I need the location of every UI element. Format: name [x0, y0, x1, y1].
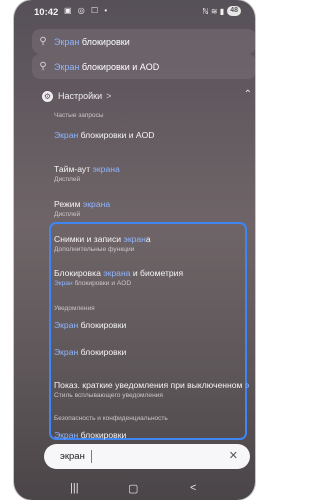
- clock: 10:42: [34, 7, 59, 18]
- result-item[interactable]: Экран блокировки и AOD: [54, 130, 244, 140]
- focus-highlight: [49, 222, 247, 440]
- result-item[interactable]: Снимки и записи экрана Дополнительные фу…: [54, 234, 244, 253]
- search-icon: ⚲: [39, 61, 47, 72]
- result-item[interactable]: Экран блокировки: [54, 347, 244, 357]
- phone-screen: 10:42 ▣ ◎ ☐ • ℕ ≋ ▮ 48 ⚲ Экран блокировк…: [14, 0, 255, 500]
- chevron-right-icon: >: [106, 91, 112, 101]
- home-button[interactable]: ▢: [128, 482, 138, 495]
- result-item[interactable]: Тайм-аут экрана Дисплей: [54, 164, 244, 183]
- collapse-icon[interactable]: ⌃: [244, 89, 252, 100]
- section-notifications: Уведомления: [54, 305, 95, 312]
- result-item[interactable]: Блокировка экрана и биометрия Экран блок…: [54, 268, 244, 287]
- search-suggestion-1[interactable]: ⚲ Экран блокировки: [32, 29, 255, 54]
- settings-app-header[interactable]: ⚙ Настройки > ⌃: [42, 89, 252, 102]
- search-input[interactable]: [60, 451, 220, 462]
- battery-icon: 48: [227, 6, 241, 16]
- back-button[interactable]: <: [190, 482, 196, 494]
- search-bar[interactable]: ✕: [44, 444, 250, 469]
- result-item[interactable]: Экран блокировки: [54, 430, 244, 440]
- suggestion-label: Экран блокировки и AOD: [54, 61, 160, 72]
- result-item[interactable]: Показ. краткие уведомления при выключенн…: [54, 380, 249, 399]
- section-frequent: Частые запросы: [54, 112, 104, 119]
- gear-icon: ⚙: [42, 90, 53, 102]
- recents-button[interactable]: |||: [70, 482, 79, 494]
- result-item[interactable]: Режим экрана Дисплей: [54, 199, 244, 218]
- close-icon[interactable]: ✕: [229, 449, 238, 462]
- notification-icons: ▣ ◎ ☐ •: [64, 6, 110, 15]
- settings-title: Настройки: [58, 91, 103, 101]
- text-cursor: [91, 450, 92, 463]
- status-bar: 10:42 ▣ ◎ ☐ • ℕ ≋ ▮ 48: [14, 0, 255, 24]
- system-icons: ℕ ≋ ▮ 48: [202, 6, 241, 16]
- navigation-bar: ||| ▢ <: [14, 480, 255, 500]
- suggestion-label: Экран блокировки: [54, 36, 130, 47]
- result-item[interactable]: Экран блокировки: [54, 320, 244, 330]
- section-security: Безопасность и конфиденциальность: [54, 415, 168, 422]
- search-icon: ⚲: [39, 36, 47, 47]
- wifi-signal-icon: ℕ ≋ ▮: [202, 6, 225, 16]
- search-suggestion-2[interactable]: ⚲ Экран блокировки и AOD: [32, 54, 255, 79]
